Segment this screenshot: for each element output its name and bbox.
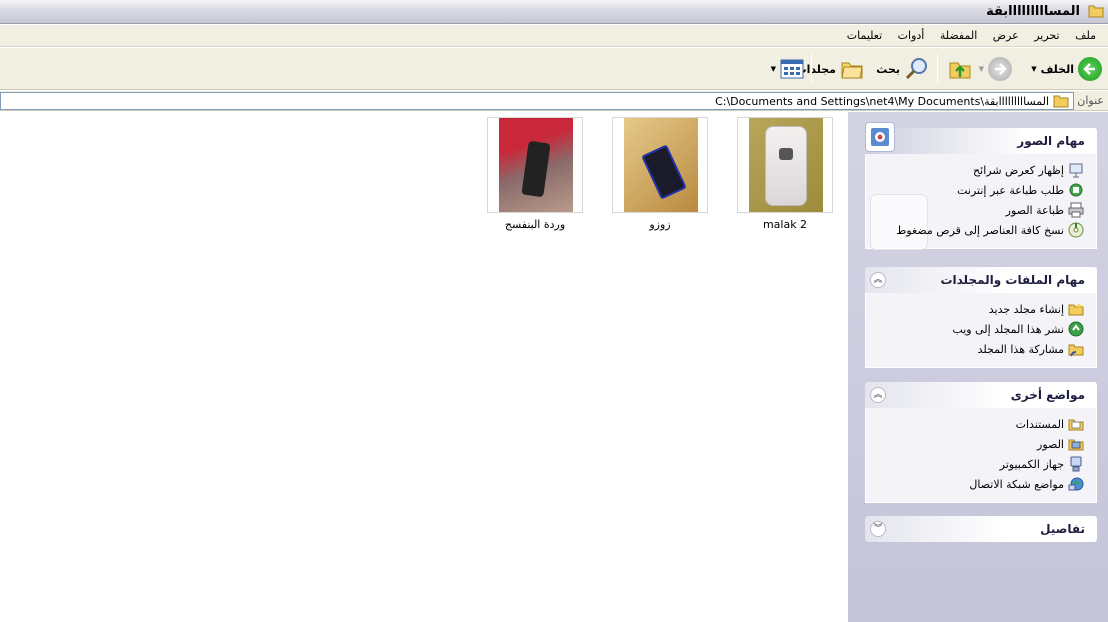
network-icon (1068, 477, 1084, 491)
task-print-pictures[interactable]: طباعة الصور (866, 200, 1096, 220)
task-label: مشاركة هذا المجلد (977, 342, 1064, 356)
publish-web-icon (1068, 321, 1084, 337)
explorer-window: المسااااااااابقة ملف تحرير عرض المفضلة أ… (0, 0, 1108, 622)
folder-icon (1088, 5, 1104, 18)
window-title: المسااااااااابقة (986, 4, 1080, 19)
toolbar-separator (937, 54, 938, 84)
pictures-folder-icon (1068, 439, 1084, 451)
title-bar[interactable]: المسااااااااابقة (0, 0, 1108, 24)
up-folder-icon (949, 62, 971, 79)
place-label: مواضع شبكة الاتصال (969, 477, 1064, 491)
picture-tasks-header[interactable]: مهام الصور (865, 122, 1097, 154)
task-label: إظهار كعرض شرائح (973, 163, 1064, 177)
computer-icon (1070, 456, 1082, 472)
menu-file[interactable]: ملف (1069, 25, 1102, 46)
phone-photo (749, 118, 823, 212)
task-share-folder[interactable]: مشاركة هذا المجلد (866, 339, 1096, 359)
panel-title: تفاصيل (1040, 522, 1085, 536)
file-thumbnail[interactable] (737, 117, 833, 213)
place-label: جهاز الكمبيوتر (999, 457, 1064, 471)
cd-icon (1068, 222, 1084, 238)
pictures-icon (865, 122, 895, 152)
back-label: الخلف (1040, 62, 1074, 76)
forward-button[interactable]: ▼ (979, 55, 1012, 83)
task-label: إنشاء مجلد جديد (988, 302, 1064, 316)
menu-tools[interactable]: أدوات (892, 25, 931, 46)
toolbar-separator (811, 54, 812, 84)
printer-icon (1068, 202, 1084, 218)
file-thumbnail[interactable] (487, 117, 583, 213)
share-folder-icon (1068, 344, 1084, 357)
place-label: المستندات (1015, 417, 1064, 431)
file-name[interactable]: malak 2 (720, 218, 850, 231)
search-icon (905, 58, 927, 80)
collapse-icon[interactable]: ︽ (870, 387, 886, 403)
back-dropdown-icon[interactable]: ▼ (1031, 65, 1036, 73)
back-button[interactable]: الخلف ▼ (1031, 55, 1102, 83)
new-folder-icon (1068, 303, 1084, 316)
place-my-computer[interactable]: جهاز الكمبيوتر (866, 454, 1096, 474)
task-order-prints[interactable]: طلب طباعة عبر إنترنت (866, 180, 1096, 200)
task-slideshow[interactable]: إظهار كعرض شرائح (866, 160, 1096, 180)
folders-icon (841, 62, 863, 79)
task-label: طباعة الصور (1005, 203, 1064, 217)
task-label: نسخ كافة العناصر إلى قرص مضغوط (896, 223, 1064, 237)
picture-tasks-panel: مهام الصور إظهار كعرض شرائح طلب طباعة عب… (865, 122, 1097, 250)
phone-photo (624, 118, 698, 212)
address-label: عنوان (1077, 94, 1104, 107)
file-name[interactable]: زوزو (595, 218, 725, 231)
file-tasks-body: إنشاء مجلد جديد نشر هذا المجلد إلى ويب م… (865, 293, 1097, 368)
address-input[interactable]: C:\Documents and Settings\net4\My Docume… (0, 92, 1074, 110)
file-view[interactable]: malak 2 زوزو وردة البنفسج (0, 112, 848, 622)
file-name[interactable]: وردة البنفسج (470, 218, 600, 231)
details-header[interactable]: تفاصيل ︾ (865, 516, 1097, 542)
file-thumbnail[interactable] (612, 117, 708, 213)
back-arrow-icon (1078, 57, 1102, 81)
views-dropdown-icon[interactable]: ▼ (771, 65, 776, 73)
task-publish-web[interactable]: نشر هذا المجلد إلى ويب (866, 319, 1096, 339)
place-my-pictures[interactable]: الصور (866, 434, 1096, 454)
folders-button[interactable]: مجلدات (796, 55, 864, 83)
menu-view[interactable]: عرض (987, 25, 1025, 46)
panel-title: مواضع أخرى (1010, 388, 1085, 402)
expand-icon[interactable]: ︾ (870, 521, 886, 537)
place-network-places[interactable]: مواضع شبكة الاتصال (866, 474, 1096, 494)
documents-folder-icon (1068, 419, 1084, 431)
task-new-folder[interactable]: إنشاء مجلد جديد (866, 299, 1096, 319)
task-pane: مهام الصور إظهار كعرض شرائح طلب طباعة عب… (848, 112, 1108, 622)
place-label: الصور (1037, 437, 1064, 451)
views-button[interactable]: ▼ (771, 55, 804, 83)
up-folder-button[interactable] (948, 55, 972, 83)
file-tasks-panel: مهام الملفات والمجلدات ︽ إنشاء مجلد جديد… (865, 267, 1097, 368)
forward-dropdown-icon: ▼ (978, 65, 984, 73)
details-panel: تفاصيل ︾ (865, 516, 1097, 542)
other-places-body: المستندات الصور جهاز الكمبيوتر مواضع شبك… (865, 408, 1097, 503)
toolbar: الخلف ▼ ▼ بحث مجلدات ▼ (0, 48, 1108, 90)
slideshow-icon (1069, 163, 1083, 178)
other-places-panel: مواضع أخرى ︽ المستندات الصور جهاز الكمبي… (865, 382, 1097, 503)
panel-title: مهام الملفات والمجلدات (940, 273, 1085, 287)
other-places-header[interactable]: مواضع أخرى ︽ (865, 382, 1097, 408)
task-label: طلب طباعة عبر إنترنت (957, 183, 1064, 197)
place-my-documents[interactable]: المستندات (866, 414, 1096, 434)
views-icon (780, 59, 804, 79)
forward-arrow-icon (988, 57, 1012, 81)
online-print-icon (1069, 183, 1083, 197)
menu-edit[interactable]: تحرير (1028, 25, 1065, 46)
collapse-icon[interactable]: ︽ (870, 272, 886, 288)
search-label: بحث (876, 62, 900, 76)
picture-tasks-body: إظهار كعرض شرائح طلب طباعة عبر إنترنت طب… (865, 154, 1097, 250)
address-path: C:\Documents and Settings\net4\My Docume… (715, 95, 1049, 108)
file-tasks-header[interactable]: مهام الملفات والمجلدات ︽ (865, 267, 1097, 293)
task-copy-to-cd[interactable]: نسخ كافة العناصر إلى قرص مضغوط (866, 220, 1096, 240)
address-bar: عنوان C:\Documents and Settings\net4\My … (0, 91, 1108, 111)
task-label: نشر هذا المجلد إلى ويب (952, 322, 1064, 336)
phone-photo (499, 118, 573, 212)
menu-bar: ملف تحرير عرض المفضلة أدوات تعليمات (0, 25, 1108, 47)
search-button[interactable]: بحث (876, 55, 930, 83)
menu-favorites[interactable]: المفضلة (934, 25, 983, 46)
panel-title: مهام الصور (1017, 134, 1085, 148)
folder-icon (1053, 95, 1069, 108)
menu-help[interactable]: تعليمات (841, 25, 888, 46)
